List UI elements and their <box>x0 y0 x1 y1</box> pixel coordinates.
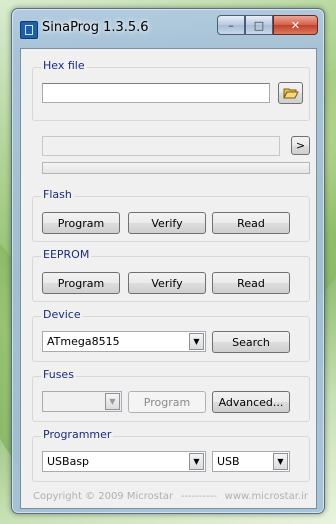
eeprom-program-button[interactable]: Program <box>42 272 120 294</box>
flash-read-button[interactable]: Read <box>212 212 290 234</box>
chip-icon <box>20 21 38 39</box>
hex-file-input[interactable] <box>42 83 270 103</box>
hex-file-label: Hex file <box>41 59 87 72</box>
chevron-down-icon[interactable]: ▼ <box>189 333 204 350</box>
fuses-advanced-button[interactable]: Advanced... <box>212 391 290 413</box>
chevron-down-icon[interactable]: ▼ <box>273 453 288 470</box>
device-search-button[interactable]: Search <box>212 331 290 353</box>
footer-dashes: ---------- <box>180 491 217 502</box>
minimize-button[interactable]: – <box>217 15 245 35</box>
browse-button[interactable] <box>278 82 303 104</box>
eeprom-verify-button[interactable]: Verify <box>128 272 206 294</box>
chevron-down-icon[interactable]: ▼ <box>105 393 120 410</box>
programmer-select-value: USBasp <box>47 455 90 468</box>
fuses-select[interactable]: ▼ <box>42 391 122 412</box>
fuses-label: Fuses <box>41 368 76 381</box>
chevron-down-icon[interactable]: ▼ <box>189 453 204 470</box>
device-select-value: ATmega8515 <box>47 335 120 348</box>
go-button[interactable]: > <box>291 136 310 155</box>
port-select-value: USB <box>217 455 240 468</box>
fuses-program-button[interactable]: Program <box>128 391 206 413</box>
flash-label: Flash <box>41 188 74 201</box>
maximize-button[interactable]: □ <box>245 15 273 35</box>
port-select[interactable]: USB ▼ <box>212 451 290 472</box>
title-bar[interactable]: SinaProg 1.3.5.6 – □ ✕ <box>12 9 324 41</box>
open-folder-icon <box>282 88 299 99</box>
device-select[interactable]: ATmega8515 ▼ <box>42 331 206 352</box>
close-button[interactable]: ✕ <box>273 15 318 35</box>
status-field <box>42 136 280 156</box>
flash-program-button[interactable]: Program <box>42 212 120 234</box>
window-title: SinaProg 1.3.5.6 <box>42 20 149 35</box>
programmer-select[interactable]: USBasp ▼ <box>42 451 206 472</box>
caption-buttons: – □ ✕ <box>217 15 318 35</box>
copyright-text: Copyright © 2009 Microstar <box>33 491 174 502</box>
client-area: Hex file > Flash Program Verify Read EEP… <box>20 48 317 509</box>
eeprom-read-button[interactable]: Read <box>212 272 290 294</box>
flash-verify-button[interactable]: Verify <box>128 212 206 234</box>
website-link[interactable]: www.microstar.ir <box>225 491 308 502</box>
app-window: SinaProg 1.3.5.6 – □ ✕ Hex file > Flash … <box>11 8 325 514</box>
progress-bar <box>42 162 310 174</box>
device-label: Device <box>41 308 83 321</box>
programmer-label: Programmer <box>41 428 114 441</box>
footer: Copyright © 2009 Microstar ---------- ww… <box>33 491 308 502</box>
eeprom-label: EEPROM <box>41 248 92 261</box>
